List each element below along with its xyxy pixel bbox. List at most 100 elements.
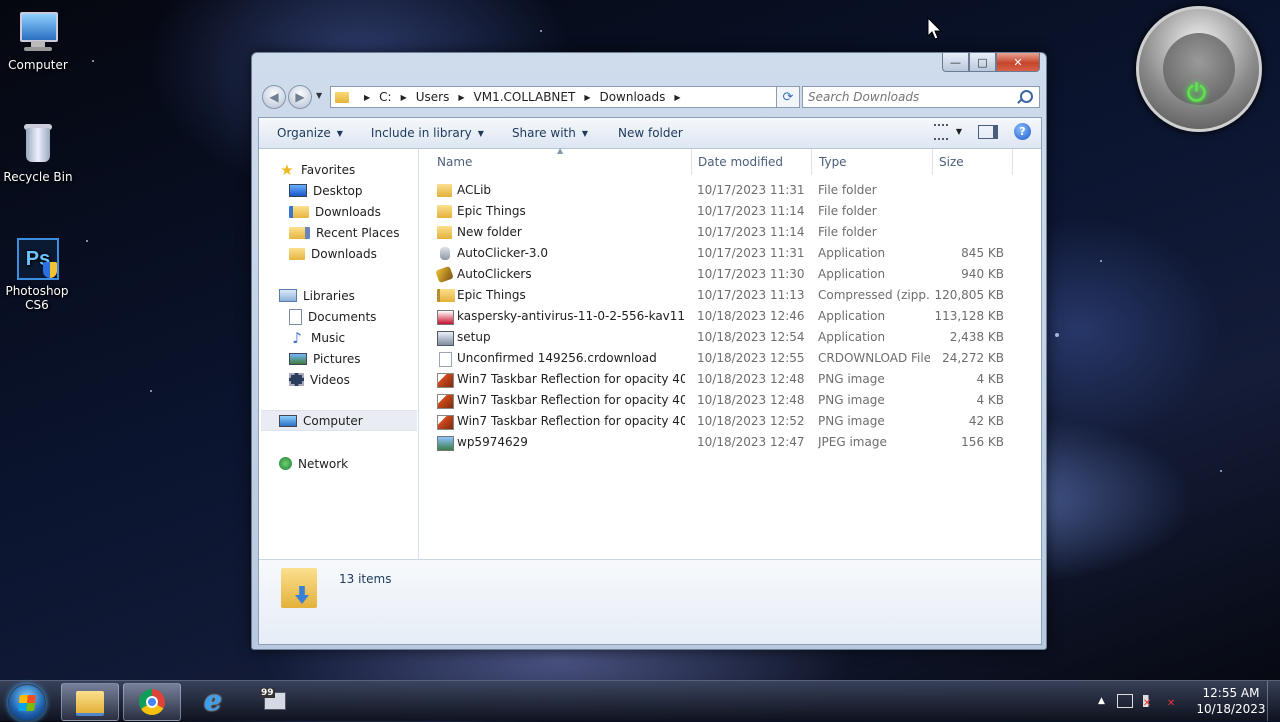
file-size: 940 KB bbox=[961, 267, 1004, 281]
column-header-name[interactable]: Name ▲ bbox=[419, 146, 692, 175]
recent-pages-dropdown[interactable]: ▼ bbox=[316, 91, 322, 100]
chevron-right-icon[interactable]: ▶ bbox=[584, 93, 590, 102]
nav-downloads-2[interactable]: Downloads bbox=[289, 243, 377, 264]
power-gadget[interactable]: ⏻ bbox=[1136, 6, 1262, 132]
nav-network[interactable]: Network bbox=[279, 453, 348, 474]
png-image-icon bbox=[437, 373, 454, 388]
clock[interactable]: 12:55 AM 10/18/2023 bbox=[1196, 685, 1266, 717]
content-frame: Organize ▼ Include in library ▼ Share with… bbox=[258, 117, 1042, 645]
address-bar[interactable]: ▶ C:▶ Users▶ VM1.COLLABNET▶ Downloads▶ ▼ bbox=[330, 86, 796, 108]
taskbar-explorer[interactable] bbox=[61, 683, 119, 721]
breadcrumb-vm1[interactable]: VM1.COLLABNET bbox=[474, 90, 576, 104]
nav-libraries[interactable]: Libraries bbox=[279, 285, 355, 306]
nav-pictures[interactable]: Pictures bbox=[289, 348, 361, 369]
nav-label: Recent Places bbox=[316, 225, 400, 240]
volume-muted-icon[interactable]: ✕ bbox=[1142, 695, 1157, 709]
search-input[interactable] bbox=[806, 89, 1010, 105]
caret-down-icon: ▼ bbox=[336, 128, 343, 138]
change-view-button[interactable]: ▼ bbox=[933, 123, 962, 140]
file-size: 24,272 KB bbox=[942, 351, 1004, 365]
table-row[interactable]: wp5974629 10/18/2023 12:47 ... JPEG image 1… bbox=[419, 432, 1041, 453]
start-button[interactable] bbox=[8, 684, 46, 722]
address-row: ◀ ▶ ▼ ▶ C: ▶ Users ▶ VM1.COLLABNET ▶ Downlo… bbox=[260, 83, 1040, 109]
file-name: New folder bbox=[457, 225, 522, 239]
nav-documents[interactable]: Documents bbox=[289, 306, 376, 327]
include-in-library-button[interactable]: Include in library ▼ bbox=[359, 126, 500, 140]
nav-desktop[interactable]: Desktop bbox=[289, 180, 363, 201]
back-button[interactable]: ◀ bbox=[262, 85, 286, 109]
share-with-button[interactable]: Share with ▼ bbox=[500, 126, 604, 140]
file-date: 10/18/2023 12:54 ... bbox=[697, 330, 807, 344]
network-error-icon[interactable]: ✕ bbox=[1167, 695, 1181, 709]
taskbar-app[interactable]: 99 bbox=[246, 683, 302, 719]
show-desktop-button[interactable] bbox=[1267, 681, 1280, 721]
desktop-icon-recycle-bin[interactable]: Recycle Bin bbox=[0, 120, 76, 184]
nav-label: Pictures bbox=[313, 351, 361, 366]
table-row[interactable]: Epic Things 10/17/2023 11:14 ... File fold… bbox=[419, 201, 1041, 222]
kaspersky-icon bbox=[437, 310, 454, 325]
nav-label: Music bbox=[311, 330, 346, 345]
search-icon[interactable] bbox=[1020, 90, 1033, 103]
help-icon[interactable]: ? bbox=[1014, 123, 1031, 140]
table-row[interactable]: Win7 Taskbar Reflection for opacity 40 q… bbox=[419, 369, 1041, 390]
breadcrumb-users[interactable]: Users bbox=[416, 90, 450, 104]
minimize-button[interactable]: — bbox=[942, 53, 969, 72]
table-row[interactable]: New folder 10/17/2023 11:14 ... File folde… bbox=[419, 222, 1041, 243]
file-type: Application bbox=[818, 246, 886, 260]
taskbar-chrome[interactable] bbox=[123, 683, 181, 721]
nav-label: Favorites bbox=[301, 162, 356, 177]
show-hidden-icons-button[interactable]: ▲ bbox=[1098, 696, 1105, 706]
png-image-icon bbox=[437, 394, 454, 409]
close-button[interactable]: ✕ bbox=[996, 53, 1040, 72]
desktop-icon-computer[interactable]: Computer bbox=[0, 8, 76, 72]
file-type: CRDOWNLOAD File bbox=[818, 351, 930, 365]
videos-icon bbox=[289, 373, 304, 386]
column-header-type[interactable]: Type bbox=[812, 149, 933, 175]
nav-downloads[interactable]: Downloads bbox=[289, 201, 381, 222]
nav-videos[interactable]: Videos bbox=[289, 369, 350, 390]
file-size: 4 KB bbox=[976, 393, 1004, 407]
folder-icon bbox=[335, 91, 349, 103]
table-row[interactable]: ACLib 10/17/2023 11:31 ... File folder bbox=[419, 180, 1041, 201]
file-date: 10/18/2023 12:55 ... bbox=[697, 351, 807, 365]
preview-pane-icon[interactable] bbox=[978, 124, 998, 139]
organize-button[interactable]: Organize ▼ bbox=[259, 126, 359, 140]
nav-music[interactable]: ♪ Music bbox=[289, 327, 345, 348]
table-row[interactable]: Win7 Taskbar Reflection for opacity 40 q… bbox=[419, 411, 1041, 432]
column-header-size[interactable]: Size bbox=[933, 149, 1013, 175]
column-header-date[interactable]: Date modified bbox=[692, 149, 812, 175]
table-row[interactable]: Win7 Taskbar Reflection for opacity 40 q… bbox=[419, 390, 1041, 411]
file-date: 10/17/2023 11:31 ... bbox=[697, 183, 807, 197]
chevron-right-icon[interactable]: ▶ bbox=[364, 93, 370, 102]
table-row[interactable]: setup 10/18/2023 12:54 ... Application 2,43… bbox=[419, 327, 1041, 348]
table-row[interactable]: Unconfirmed 149256.crdownload 10/18/2023 … bbox=[419, 348, 1041, 369]
breadcrumb-c[interactable]: C: bbox=[379, 90, 391, 104]
forward-button[interactable]: ▶ bbox=[288, 85, 312, 109]
table-row[interactable]: AutoClicker-3.0 10/17/2023 11:31 ... Appli… bbox=[419, 243, 1041, 264]
file-type: Application bbox=[818, 267, 886, 281]
clicker-app-icon bbox=[435, 265, 454, 284]
breadcrumb-downloads[interactable]: Downloads bbox=[599, 90, 665, 104]
file-type: JPEG image bbox=[818, 435, 887, 449]
refresh-button[interactable]: ⟳ bbox=[776, 86, 800, 108]
chevron-right-icon[interactable]: ▶ bbox=[458, 93, 464, 102]
taskbar-internet-explorer[interactable]: e bbox=[185, 683, 241, 719]
table-row[interactable]: Epic Things 10/17/2023 11:13 ... Compresse… bbox=[419, 285, 1041, 306]
file-name: AutoClicker-3.0 bbox=[457, 246, 548, 260]
nav-recent-places[interactable]: Recent Places bbox=[289, 222, 399, 243]
nav-computer[interactable]: Computer bbox=[261, 410, 417, 431]
table-row[interactable]: kaspersky-antivirus-11-0-2-556-kav11.0.2… bbox=[419, 306, 1041, 327]
folder-icon bbox=[437, 184, 452, 197]
chevron-right-icon[interactable]: ▶ bbox=[674, 93, 680, 102]
caret-down-icon: ▼ bbox=[477, 128, 484, 138]
nav-label: Libraries bbox=[303, 288, 355, 303]
new-folder-button[interactable]: New folder bbox=[604, 126, 699, 140]
action-center-icon[interactable] bbox=[1116, 694, 1133, 708]
file-list: Name ▲ Date modified Type Size ACLib 10/17… bbox=[419, 146, 1041, 559]
nav-favorites[interactable]: ★ Favorites bbox=[279, 159, 355, 180]
file-size: 845 KB bbox=[961, 246, 1004, 260]
maximize-button[interactable]: □ bbox=[969, 53, 996, 72]
desktop-icon-photoshop[interactable]: Ps Photoshop CS6 bbox=[0, 234, 74, 312]
chevron-right-icon[interactable]: ▶ bbox=[401, 93, 407, 102]
table-row[interactable]: AutoClickers 10/17/2023 11:30 ... Applicat… bbox=[419, 264, 1041, 285]
